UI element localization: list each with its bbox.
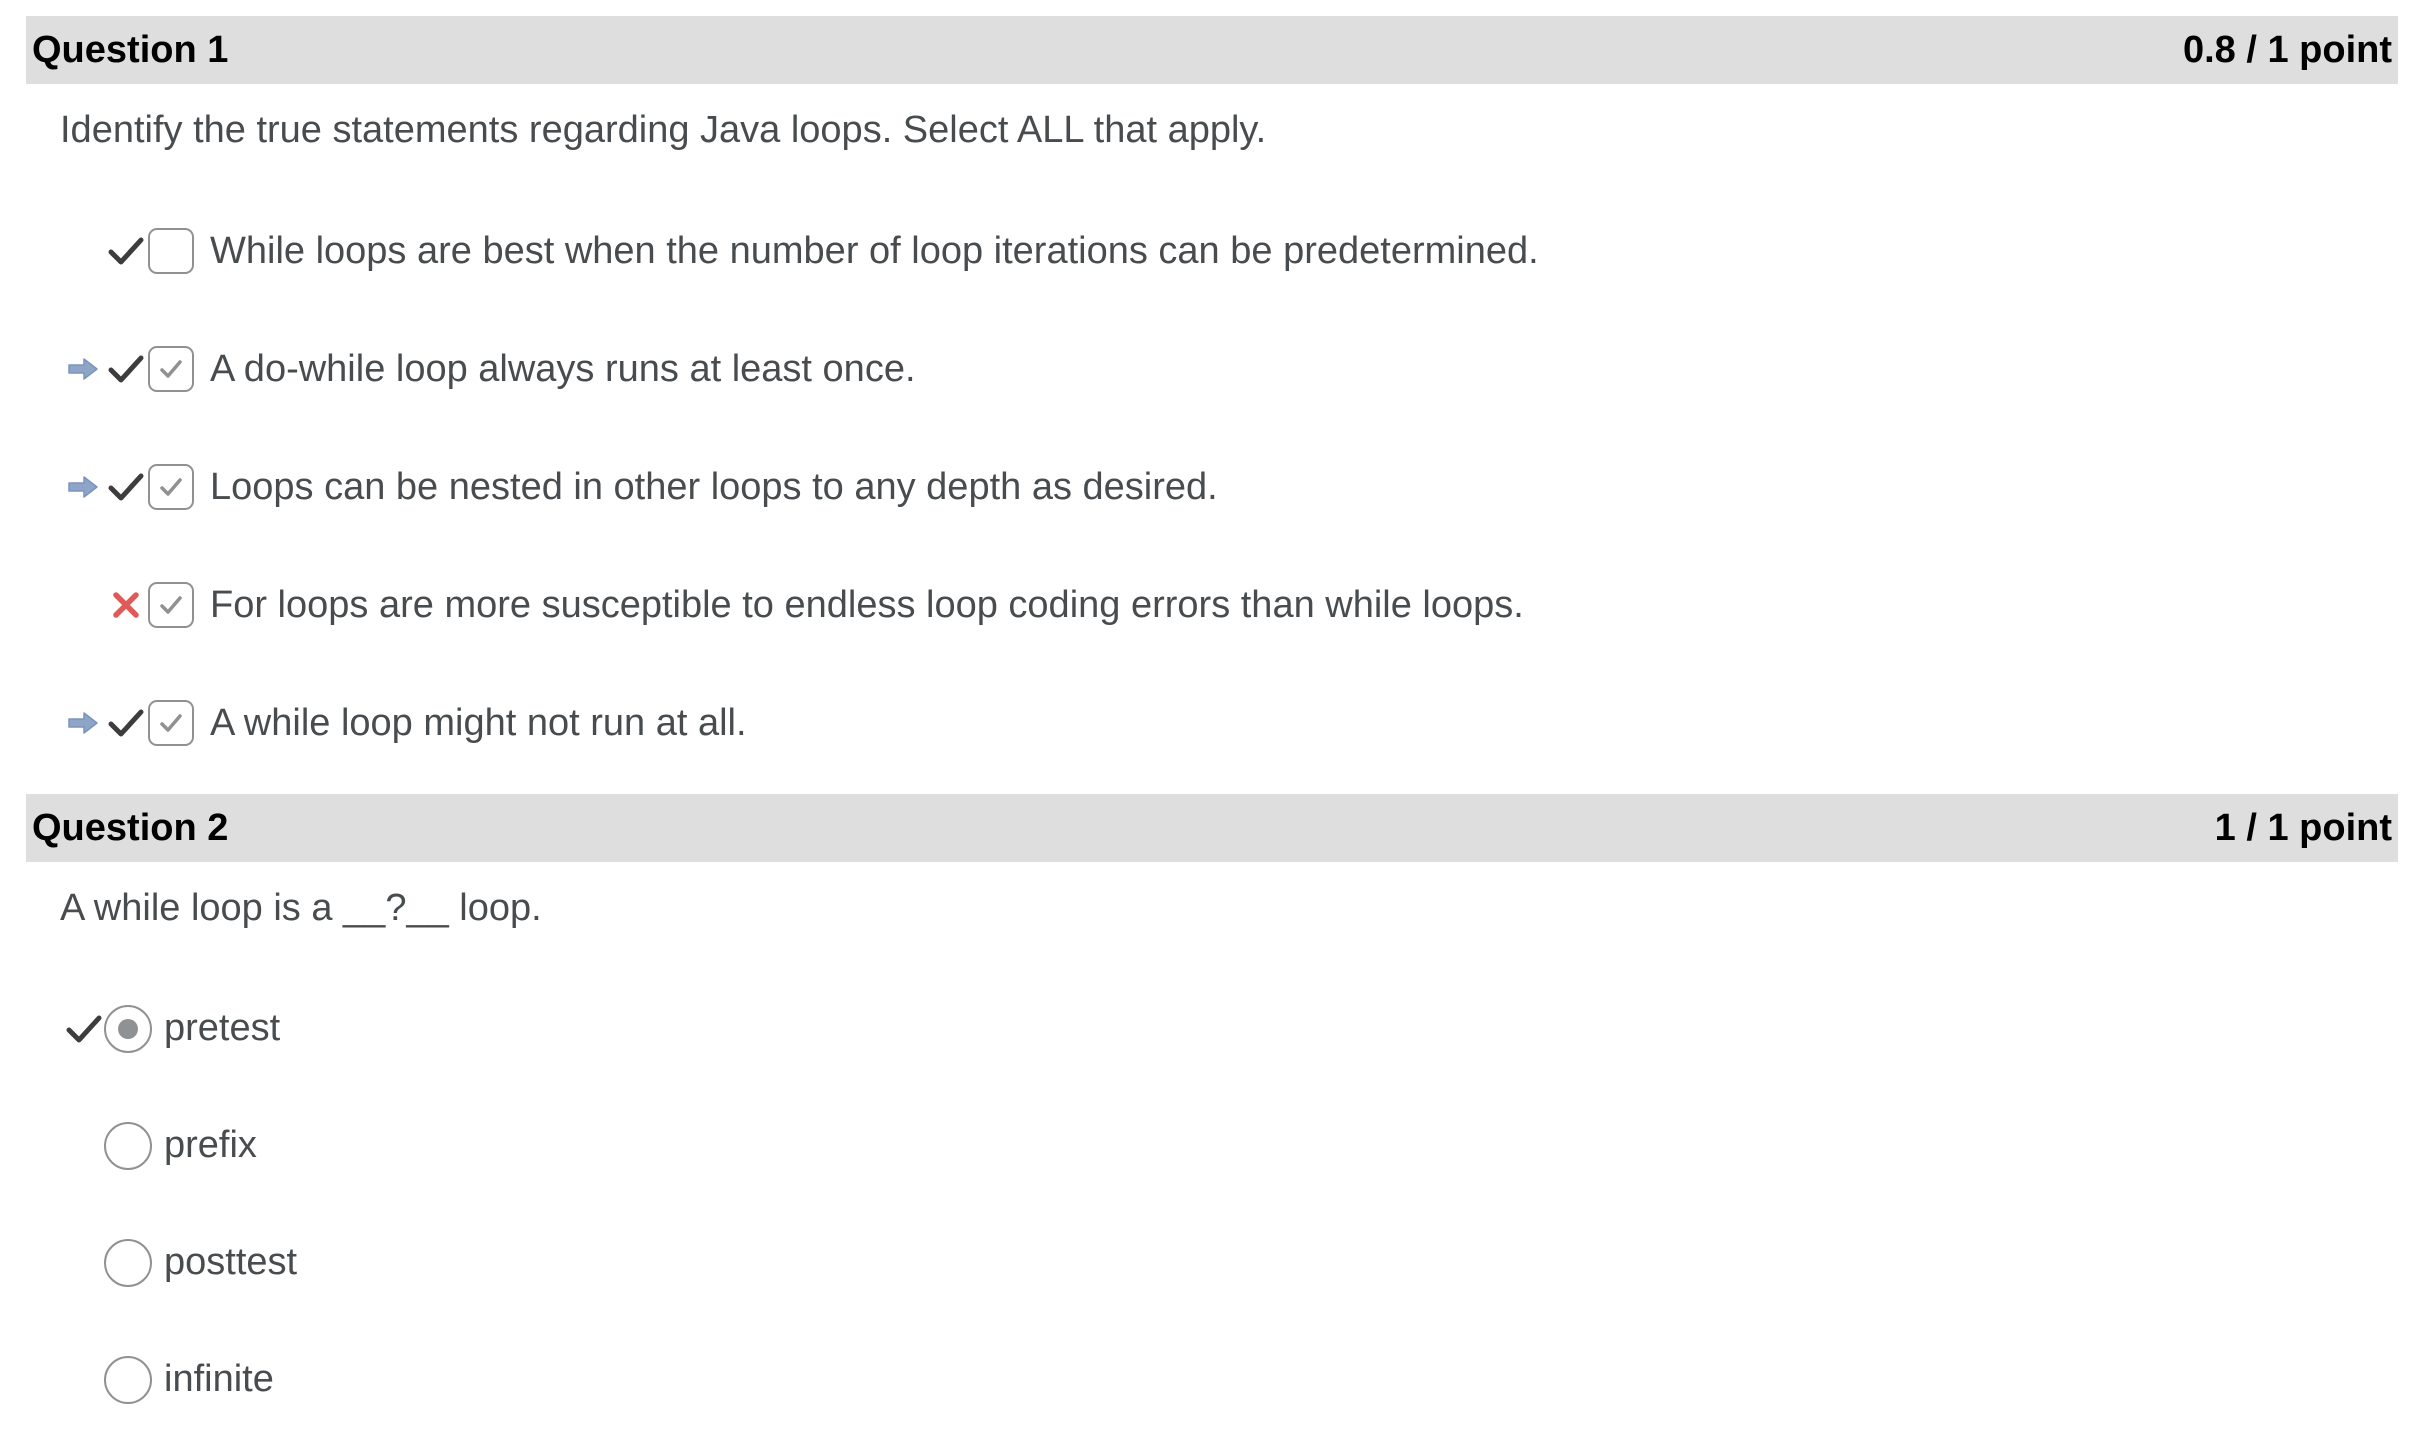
question-1-score: 0.8 / 1 point	[2182, 28, 2392, 71]
question-1-option-4: For loops are more susceptible to endles…	[26, 546, 2398, 664]
radio-selected[interactable]	[104, 1004, 152, 1053]
question-1-title: Question 1	[32, 28, 229, 71]
checkbox-checked[interactable]	[148, 346, 194, 392]
radio-unselected[interactable]	[104, 1238, 152, 1287]
question-1-option-3: Loops can be nested in other loops to an…	[26, 428, 2398, 546]
checkmark-icon	[64, 1009, 104, 1049]
question-2-options: pretest prefix posttest infinite	[26, 970, 2398, 1438]
checkbox-check-icon	[160, 714, 182, 732]
checkbox-checked[interactable]	[148, 700, 194, 746]
checkbox-check-icon	[160, 596, 182, 614]
option-label: A do-while loop always runs at least onc…	[210, 347, 916, 390]
checkbox-check-icon	[160, 360, 182, 378]
checkbox-unchecked[interactable]	[148, 228, 194, 274]
question-1-option-5: A while loop might not run at all.	[26, 664, 2398, 782]
question-2: Question 2 1 / 1 point A while loop is a…	[26, 794, 2398, 1438]
question-2-option-1: pretest	[26, 970, 2398, 1087]
checkmark-icon	[106, 703, 146, 743]
question-1-option-1: While loops are best when the number of …	[26, 192, 2398, 310]
question-1-header: Question 1 0.8 / 1 point	[26, 16, 2398, 84]
option-label: prefix	[164, 1124, 257, 1166]
question-1-option-2: A do-while loop always runs at least onc…	[26, 310, 2398, 428]
checkbox-checked[interactable]	[148, 464, 194, 510]
x-mark-icon	[106, 585, 146, 625]
question-2-title: Question 2	[32, 806, 229, 849]
question-2-score: 1 / 1 point	[2214, 806, 2392, 849]
option-label: Loops can be nested in other loops to an…	[210, 465, 1218, 508]
checkmark-icon	[106, 349, 146, 389]
question-1-text: Identify the true statements regarding J…	[60, 109, 1267, 151]
option-label: pretest	[164, 1007, 281, 1049]
question-1: Question 1 0.8 / 1 point Identify the tr…	[26, 16, 2398, 782]
option-label: For loops are more susceptible to endles…	[210, 583, 1524, 626]
option-label: posttest	[164, 1241, 298, 1283]
checkmark-icon	[106, 467, 146, 507]
arrow-right-icon	[66, 352, 100, 386]
arrow-right-icon	[66, 470, 100, 504]
radio-unselected[interactable]	[104, 1355, 152, 1404]
checkbox-check-icon	[160, 478, 182, 496]
checkbox-checked[interactable]	[148, 582, 194, 628]
question-2-option-2: prefix	[26, 1087, 2398, 1204]
radio-unselected[interactable]	[104, 1121, 152, 1170]
quiz-results-page: Question 1 0.8 / 1 point Identify the tr…	[26, 16, 2398, 1438]
option-label: infinite	[164, 1358, 274, 1400]
radio-dot	[118, 1018, 138, 1039]
checkmark-icon	[106, 231, 146, 271]
question-2-header: Question 2 1 / 1 point	[26, 794, 2398, 862]
option-label: While loops are best when the number of …	[210, 229, 1539, 272]
arrow-right-icon	[66, 706, 100, 740]
question-2-text: A while loop is a __?__ loop.	[60, 887, 542, 929]
question-1-options: While loops are best when the number of …	[26, 192, 2398, 782]
question-2-option-4: infinite	[26, 1321, 2398, 1438]
question-2-option-3: posttest	[26, 1204, 2398, 1321]
option-label: A while loop might not run at all.	[210, 701, 747, 744]
